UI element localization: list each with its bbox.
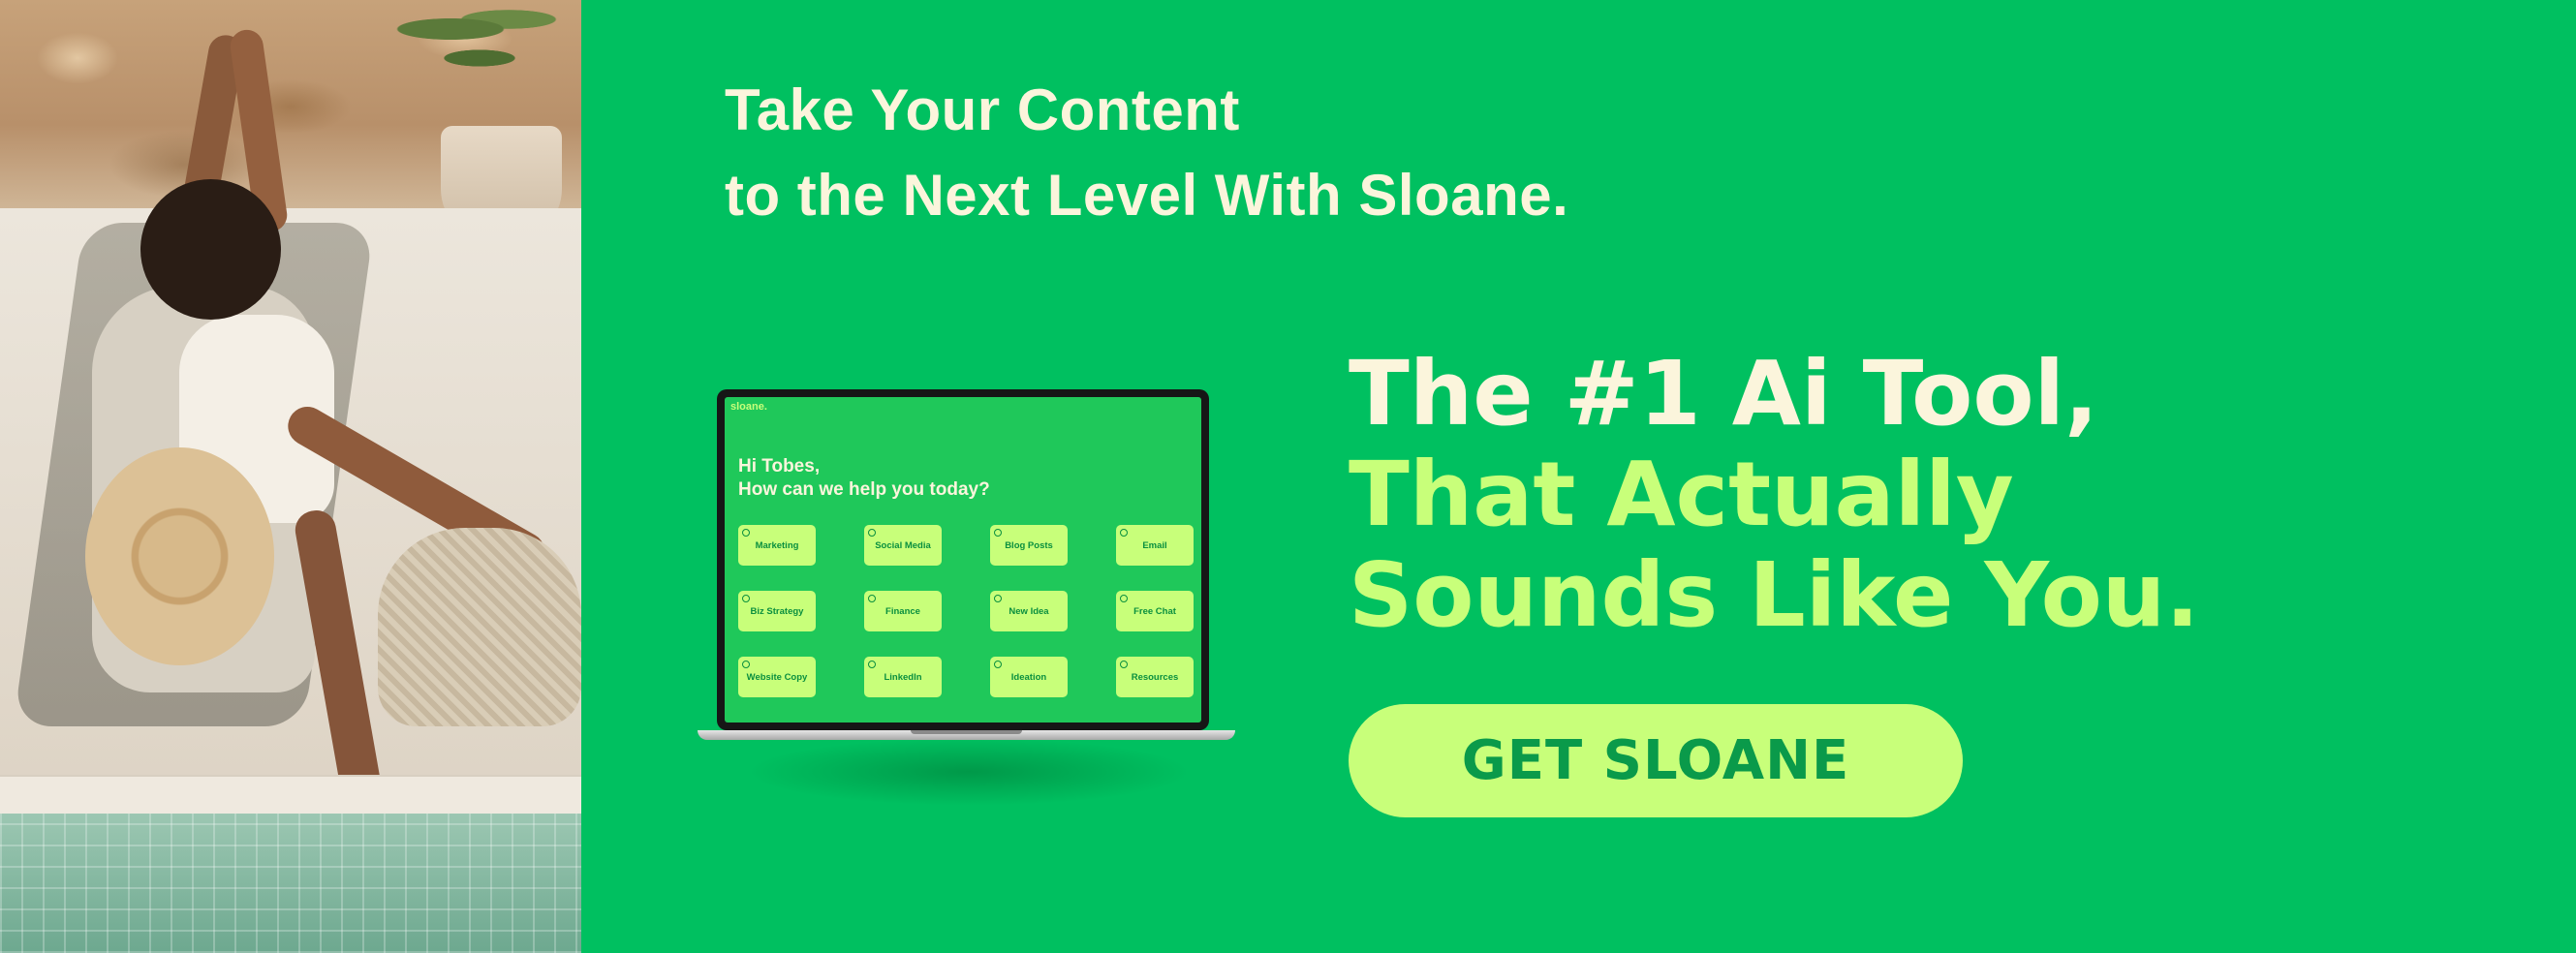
laptop-base — [698, 730, 1235, 740]
card-label: Website Copy — [746, 671, 808, 683]
card-new-idea[interactable]: New Idea — [990, 591, 1068, 631]
radio-icon — [742, 529, 750, 537]
woven-bag — [378, 528, 581, 726]
pool-edge — [0, 775, 581, 815]
radio-icon — [994, 595, 1002, 602]
radio-icon — [994, 529, 1002, 537]
laptop-notch — [911, 730, 1022, 734]
tagline-line-2: to the Next Level With Sloane. — [725, 163, 1569, 228]
card-label: Resources — [1131, 671, 1179, 683]
card-email[interactable]: Email — [1116, 525, 1194, 566]
screen-brand-logo: sloane. — [730, 401, 767, 413]
card-blog-posts[interactable]: Blog Posts — [990, 525, 1068, 566]
radio-icon — [868, 529, 876, 537]
greeting-line-2: How can we help you today? — [738, 479, 990, 500]
radio-icon — [994, 661, 1002, 668]
radio-icon — [742, 595, 750, 602]
laptop-lid: sloane. Hi Tobes, How can we help you to… — [717, 389, 1209, 730]
card-label: Ideation — [1010, 671, 1047, 683]
laptop-shadow — [746, 738, 1192, 806]
radio-icon — [1120, 529, 1128, 537]
laptop-screen: sloane. Hi Tobes, How can we help you to… — [725, 397, 1201, 722]
card-label: Email — [1142, 539, 1167, 551]
radio-icon — [742, 661, 750, 668]
card-label: New Idea — [1009, 605, 1049, 617]
radio-icon — [1120, 661, 1128, 668]
promo-banner: Take Your Content to the Next Level With… — [0, 0, 2576, 953]
card-label: Blog Posts — [1005, 539, 1053, 551]
woman-head — [140, 179, 281, 320]
palm-plant — [383, 0, 567, 107]
laptop-mockup: sloane. Hi Tobes, How can we help you to… — [698, 389, 1235, 806]
card-label: Finance — [885, 605, 920, 617]
headline: The #1 Ai Tool, That Actually Sounds Lik… — [1349, 344, 2199, 646]
card-label: Social Media — [875, 539, 931, 551]
category-grid: Marketing Social Media Blog Posts Email … — [738, 525, 1194, 697]
tagline: Take Your Content to the Next Level With… — [725, 68, 1568, 238]
tagline-line-1: Take Your Content — [725, 77, 1240, 142]
card-free-chat[interactable]: Free Chat — [1116, 591, 1194, 631]
card-finance[interactable]: Finance — [864, 591, 942, 631]
card-resources[interactable]: Resources — [1116, 657, 1194, 697]
lifestyle-photo — [0, 0, 581, 953]
card-biz-strategy[interactable]: Biz Strategy — [738, 591, 816, 631]
card-ideation[interactable]: Ideation — [990, 657, 1068, 697]
pool-water — [0, 814, 581, 953]
headline-line-3: Sounds Like You. — [1349, 543, 2200, 647]
card-label: Marketing — [755, 539, 799, 551]
straw-hat — [85, 447, 274, 665]
card-label: Biz Strategy — [750, 605, 804, 617]
card-label: Free Chat — [1133, 605, 1176, 617]
card-linkedin[interactable]: LinkedIn — [864, 657, 942, 697]
card-marketing[interactable]: Marketing — [738, 525, 816, 566]
card-website-copy[interactable]: Website Copy — [738, 657, 816, 697]
headline-line-2: That Actually — [1349, 443, 2014, 546]
card-social-media[interactable]: Social Media — [864, 525, 942, 566]
card-label: LinkedIn — [884, 671, 922, 683]
radio-icon — [1120, 595, 1128, 602]
radio-icon — [868, 661, 876, 668]
get-sloane-button[interactable]: GET SLOANE — [1349, 704, 1963, 817]
screen-greeting: Hi Tobes, How can we help you today? — [738, 455, 990, 502]
radio-icon — [868, 595, 876, 602]
greeting-line-1: Hi Tobes, — [738, 456, 821, 476]
headline-line-1: The #1 Ai Tool, — [1349, 342, 2099, 446]
